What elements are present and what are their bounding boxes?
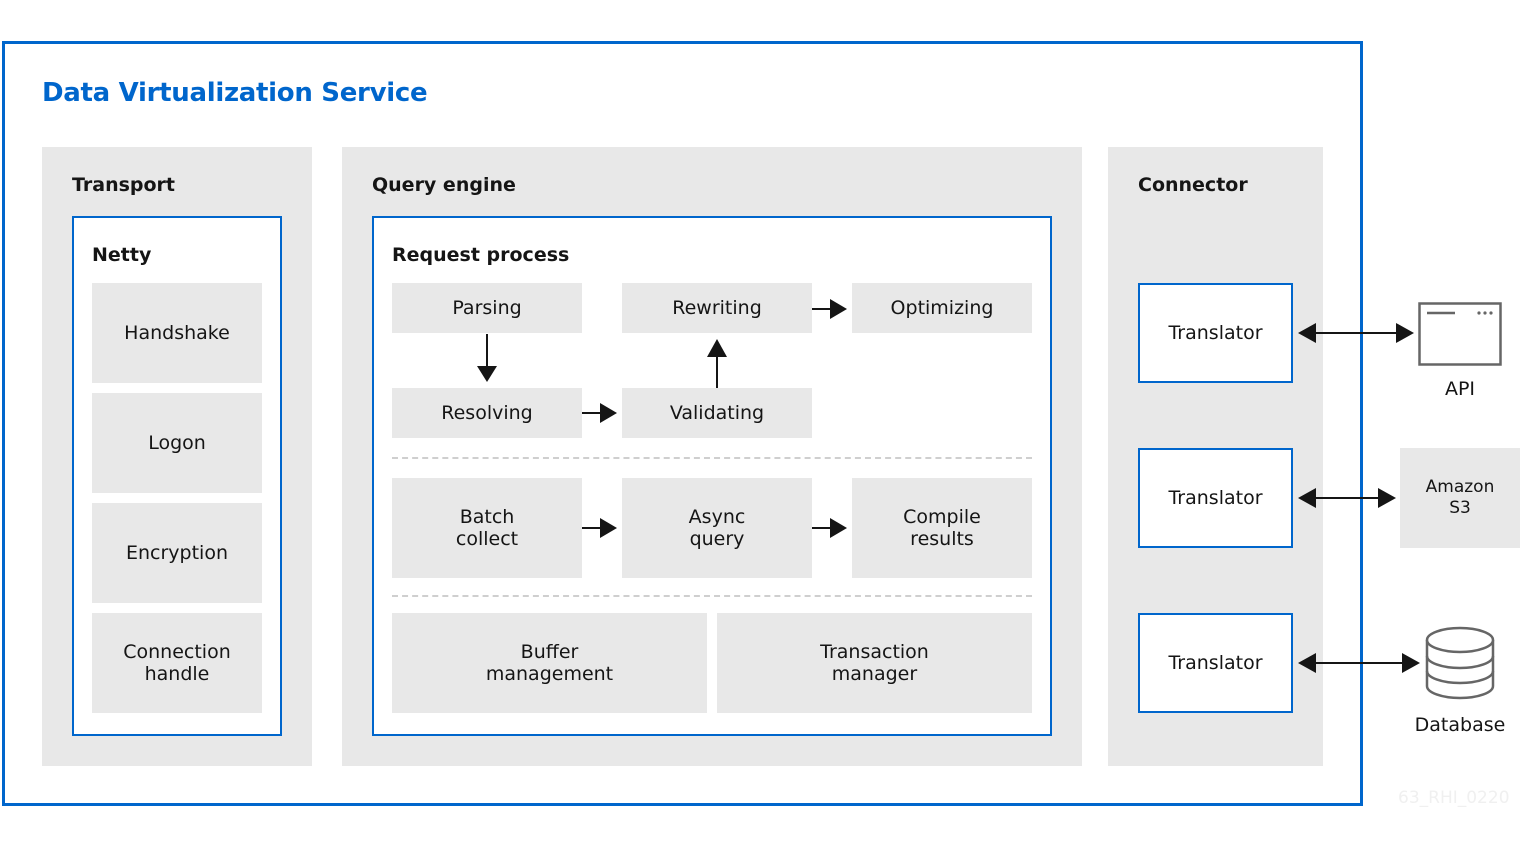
section-divider — [392, 457, 1032, 459]
encryption-box: Encryption — [92, 503, 262, 603]
diagram-title: Data Virtualization Service — [42, 78, 428, 108]
section-divider — [392, 595, 1032, 597]
transport-title: Transport — [72, 174, 176, 196]
validating-box: Validating — [622, 388, 812, 438]
database-label: Database — [1414, 714, 1506, 736]
batch-collect-box: Batch collect — [392, 478, 582, 578]
connector-title: Connector — [1138, 174, 1248, 196]
buffer-management-box: Buffer management — [392, 613, 707, 713]
resolving-box: Resolving — [392, 388, 582, 438]
request-process-title: Request process — [392, 244, 570, 266]
compile-results-box: Compile results — [852, 478, 1032, 578]
database-icon — [1422, 624, 1498, 704]
handshake-box: Handshake — [92, 283, 262, 383]
api-label: API — [1444, 378, 1476, 400]
figure-id: 63_RHI_0220 — [1398, 788, 1510, 808]
translator-api-box: Translator — [1138, 283, 1293, 383]
transaction-manager-box: Transaction manager — [717, 613, 1032, 713]
query-engine-title: Query engine — [372, 174, 516, 196]
amazon-s3-box: Amazon S3 — [1400, 448, 1520, 548]
async-query-box: Async query — [622, 478, 812, 578]
netty-title: Netty — [92, 244, 152, 266]
translator-database-box: Translator — [1138, 613, 1293, 713]
rewriting-box: Rewriting — [622, 283, 812, 333]
parsing-box: Parsing — [392, 283, 582, 333]
logon-box: Logon — [92, 393, 262, 493]
translator-s3-box: Translator — [1138, 448, 1293, 548]
optimizing-box: Optimizing — [852, 283, 1032, 333]
browser-window-icon — [1418, 302, 1502, 366]
connection-handle-box: Connection handle — [92, 613, 262, 713]
